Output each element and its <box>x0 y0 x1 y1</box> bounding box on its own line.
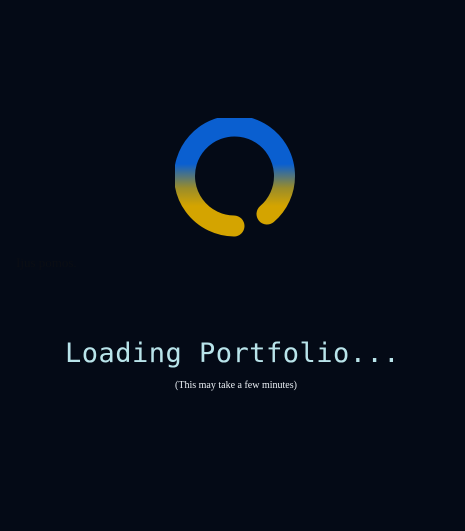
loading-spinner <box>175 118 297 240</box>
loading-title: Loading Portfolio... <box>64 338 401 369</box>
loading-subtitle: (This may take a few minutes) <box>175 380 297 391</box>
hidden-text: Ijus pomos. <box>16 255 77 270</box>
spinner-icon <box>175 118 295 237</box>
